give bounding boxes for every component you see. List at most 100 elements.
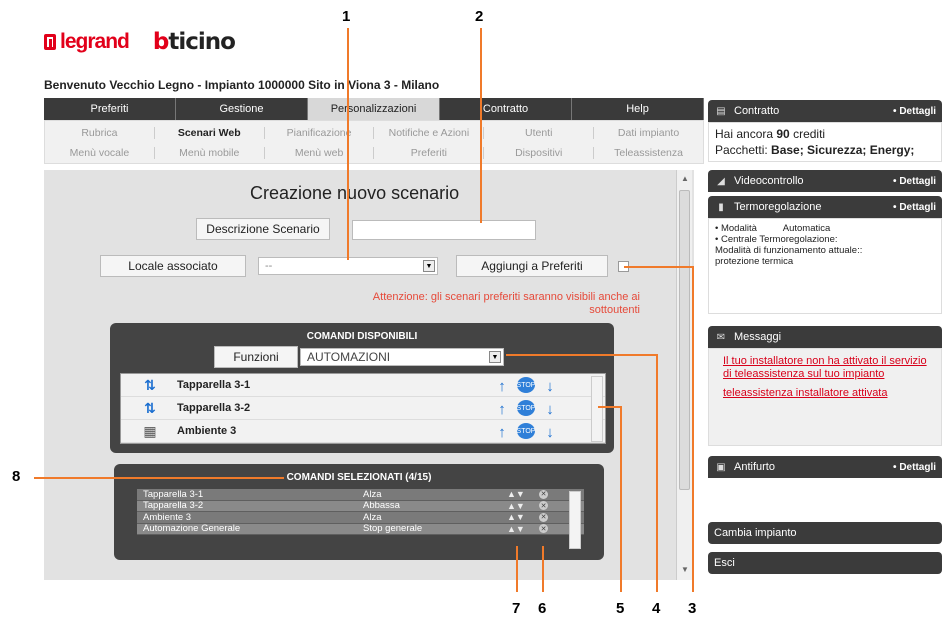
arrow-down-icon[interactable]: ↓ — [541, 423, 559, 441]
subnav-dati-impianto[interactable]: Dati impianto — [594, 127, 703, 139]
tab-contratto[interactable]: Contratto — [440, 98, 572, 120]
table-row[interactable]: Ambiente 3 Alza ▲▼ ✕ — [137, 512, 584, 524]
descrizione-scenario-button[interactable]: Descrizione Scenario — [196, 218, 330, 240]
funzioni-select[interactable]: AUTOMAZIONI ▼ — [300, 348, 504, 366]
chevron-down-icon[interactable]: ▼ — [423, 260, 435, 272]
tab-personalizzazioni[interactable]: Personalizzazioni — [308, 98, 440, 120]
videocontrollo-details-link[interactable]: • Dettagli — [893, 176, 936, 187]
list-item[interactable]: ⇅ Tapparella 3-2 ↑ STOP ↓ — [121, 397, 605, 420]
camera-icon: ◢ — [717, 175, 725, 187]
move-up-down-icon[interactable]: ▲▼ — [507, 524, 525, 534]
subnav-notifiche[interactable]: Notifiche e Azioni — [374, 127, 485, 139]
arrow-down-icon[interactable]: ↓ — [541, 377, 559, 395]
termoregolazione-header: ▮ Termoregolazione • Dettagli — [708, 196, 942, 218]
move-up-down-icon[interactable]: ▲▼ — [507, 501, 525, 511]
table-row[interactable]: Tapparella 3-2 Abbassa ▲▼ ✕ — [137, 500, 584, 512]
termoregolazione-details-link[interactable]: • Dettagli — [893, 202, 936, 213]
subnav-teleassistenza[interactable]: Teleassistenza — [594, 147, 703, 159]
scroll-down-icon[interactable]: ▼ — [681, 565, 689, 574]
esci-button[interactable]: Esci — [708, 552, 942, 574]
cambia-impianto-button[interactable]: Cambia impianto — [708, 522, 942, 544]
main-tabs: Preferiti Gestione Personalizzazioni Con… — [44, 98, 704, 120]
contratto-header: ▤ Contratto • Dettagli — [708, 100, 942, 122]
lock-icon: ▣ — [716, 461, 726, 473]
legrand-mark-icon — [44, 34, 56, 50]
callout-8-line — [34, 477, 284, 479]
message-link[interactable]: Il tuo installatore non ha attivato il s… — [723, 355, 927, 381]
shutter-icon: ⇅ — [144, 376, 156, 393]
scroll-up-icon[interactable]: ▲ — [681, 174, 689, 183]
scroll-thumb[interactable] — [679, 190, 690, 490]
sub-navigation: Rubrica Scenari Web Pianificazione Notif… — [44, 120, 704, 164]
callout-2: 2 — [475, 8, 484, 25]
subnav-menu-vocale[interactable]: Menù vocale — [45, 147, 155, 159]
callout-7-line — [516, 546, 518, 592]
locale-associato-button[interactable]: Locale associato — [100, 255, 246, 277]
subnav-preferiti[interactable]: Preferiti — [374, 147, 485, 159]
tab-gestione[interactable]: Gestione — [176, 98, 308, 120]
remove-icon[interactable]: ✕ — [539, 524, 548, 534]
remove-icon[interactable]: ✕ — [539, 512, 548, 522]
selected-list-scrollbar[interactable] — [569, 491, 581, 549]
callout-4: 4 — [652, 600, 661, 617]
antifurto-details-link[interactable]: • Dettagli — [893, 462, 936, 473]
subnav-menu-web[interactable]: Menù web — [265, 147, 375, 159]
subnav-pianificazione[interactable]: Pianificazione — [265, 127, 375, 139]
callout-3: 3 — [688, 600, 697, 617]
available-list-scrollbar[interactable] — [591, 376, 603, 442]
legrand-logo: legrand — [44, 30, 130, 54]
remove-icon[interactable]: ✕ — [539, 489, 548, 499]
table-row[interactable]: Tapparella 3-1 Alza ▲▼ ✕ — [137, 489, 584, 501]
stop-button[interactable]: STOP — [517, 400, 535, 416]
messaggi-box: Il tuo installatore non ha attivato il s… — [708, 348, 942, 446]
available-commands-title: COMANDI DISPONIBILI — [306, 331, 418, 342]
messaggi-header: ✉ Messaggi — [708, 326, 942, 348]
subnav-utenti[interactable]: Utenti — [484, 127, 595, 139]
callout-4-line-h — [506, 354, 658, 356]
contract-icon: ▤ — [716, 105, 726, 117]
list-item[interactable]: ⇅ Tapparella 3-1 ↑ STOP ↓ — [121, 374, 605, 397]
arrow-down-icon[interactable]: ↓ — [541, 400, 559, 418]
arrow-up-icon[interactable]: ↑ — [493, 377, 511, 395]
main-scrollbar[interactable]: ▲ ▼ — [676, 170, 692, 580]
callout-3-line-v — [692, 266, 694, 592]
welcome-text: Benvenuto Vecchio Legno - Impianto 10000… — [44, 78, 440, 92]
thermometer-icon: ▮ — [718, 201, 724, 213]
brand-logos: legrand bticino — [44, 29, 236, 55]
descrizione-scenario-input[interactable] — [352, 220, 536, 240]
callout-7: 7 — [512, 600, 521, 617]
arrow-up-icon[interactable]: ↑ — [493, 423, 511, 441]
credits-text: Hai ancora 90 crediti — [715, 127, 826, 141]
callout-5-line-h — [598, 406, 622, 408]
move-up-down-icon[interactable]: ▲▼ — [507, 489, 525, 499]
contratto-box: Hai ancora 90 crediti Pacchetti: Base; S… — [708, 122, 942, 162]
aggiungi-preferiti-button[interactable]: Aggiungi a Preferiti — [456, 255, 608, 277]
callout-2-line — [480, 28, 482, 223]
message-link[interactable]: teleassistenza installatore attivata — [723, 387, 927, 400]
antifurto-header: ▣ Antifurto • Dettagli — [708, 456, 942, 478]
mail-icon: ✉ — [716, 331, 726, 343]
funzioni-button[interactable]: Funzioni — [214, 346, 298, 368]
stop-button[interactable]: STOP — [517, 423, 535, 439]
packages-text: Pacchetti: Base; Sicurezza; Energy; — [715, 143, 915, 157]
callout-6: 6 — [538, 600, 547, 617]
stop-button[interactable]: STOP — [517, 377, 535, 393]
termoregolazione-box: • Modalità Automatica • Centrale Termore… — [708, 218, 942, 314]
selected-commands-list: Tapparella 3-1 Alza ▲▼ ✕ Tapparella 3-2 Abb… — [137, 489, 584, 551]
callout-6-line — [542, 546, 544, 592]
list-item[interactable]: ▦ Ambiente 3 ↑ STOP ↓ — [121, 420, 605, 443]
room-icon: ▦ — [143, 422, 157, 439]
table-row[interactable]: Automazione Generale Stop generale ▲▼ ✕ — [137, 523, 584, 535]
subnav-rubrica[interactable]: Rubrica — [45, 127, 155, 139]
subnav-menu-mobile[interactable]: Menù mobile — [155, 147, 265, 159]
subnav-scenari-web[interactable]: Scenari Web — [155, 127, 265, 139]
subnav-dispositivi[interactable]: Dispositivi — [484, 147, 595, 159]
move-up-down-icon[interactable]: ▲▼ — [507, 512, 525, 522]
chevron-down-icon[interactable]: ▼ — [489, 351, 501, 363]
callout-8: 8 — [12, 468, 21, 485]
arrow-up-icon[interactable]: ↑ — [493, 400, 511, 418]
tab-help[interactable]: Help — [572, 98, 704, 120]
contratto-details-link[interactable]: • Dettagli — [893, 106, 936, 117]
tab-preferiti[interactable]: Preferiti — [44, 98, 176, 120]
remove-icon[interactable]: ✕ — [539, 501, 548, 511]
